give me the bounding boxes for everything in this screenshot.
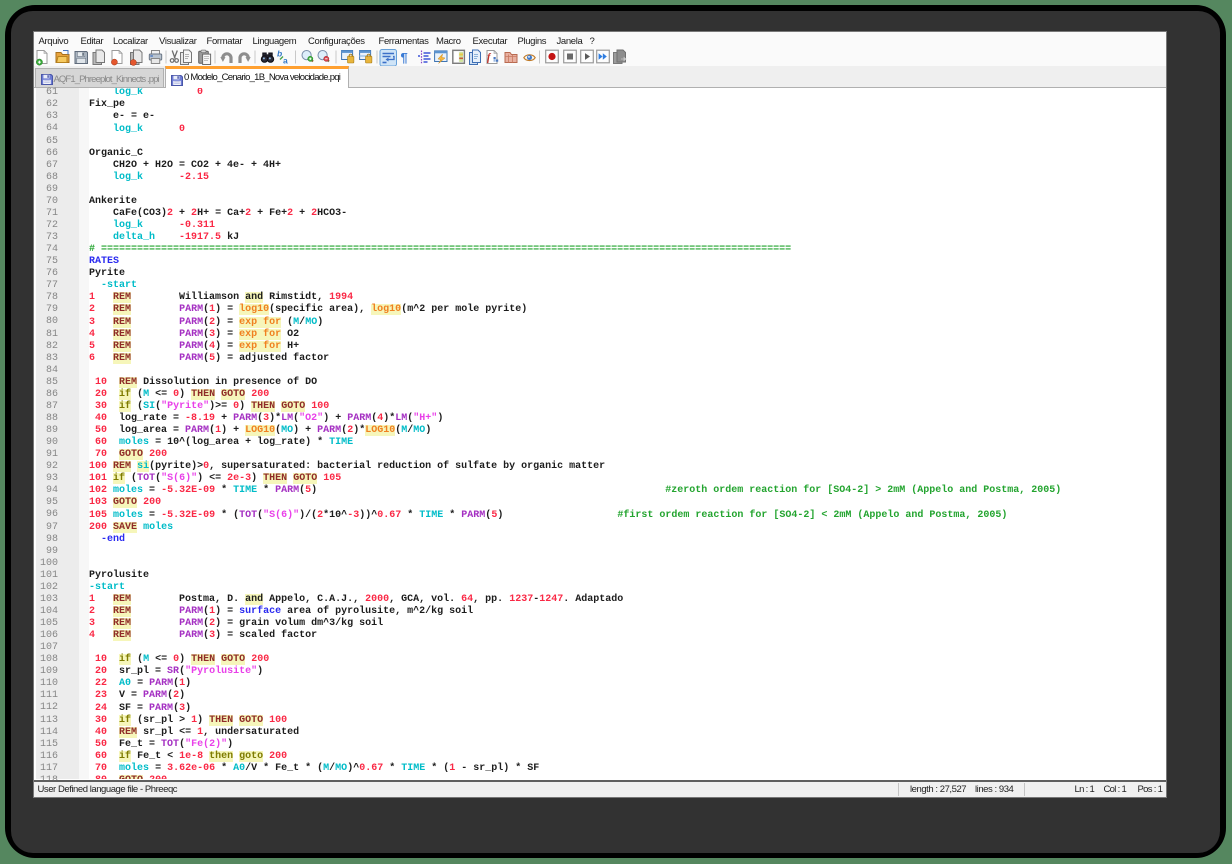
svg-text:a: a bbox=[283, 56, 288, 66]
svg-text:¶: ¶ bbox=[401, 50, 408, 65]
svg-text:b: b bbox=[277, 49, 282, 59]
